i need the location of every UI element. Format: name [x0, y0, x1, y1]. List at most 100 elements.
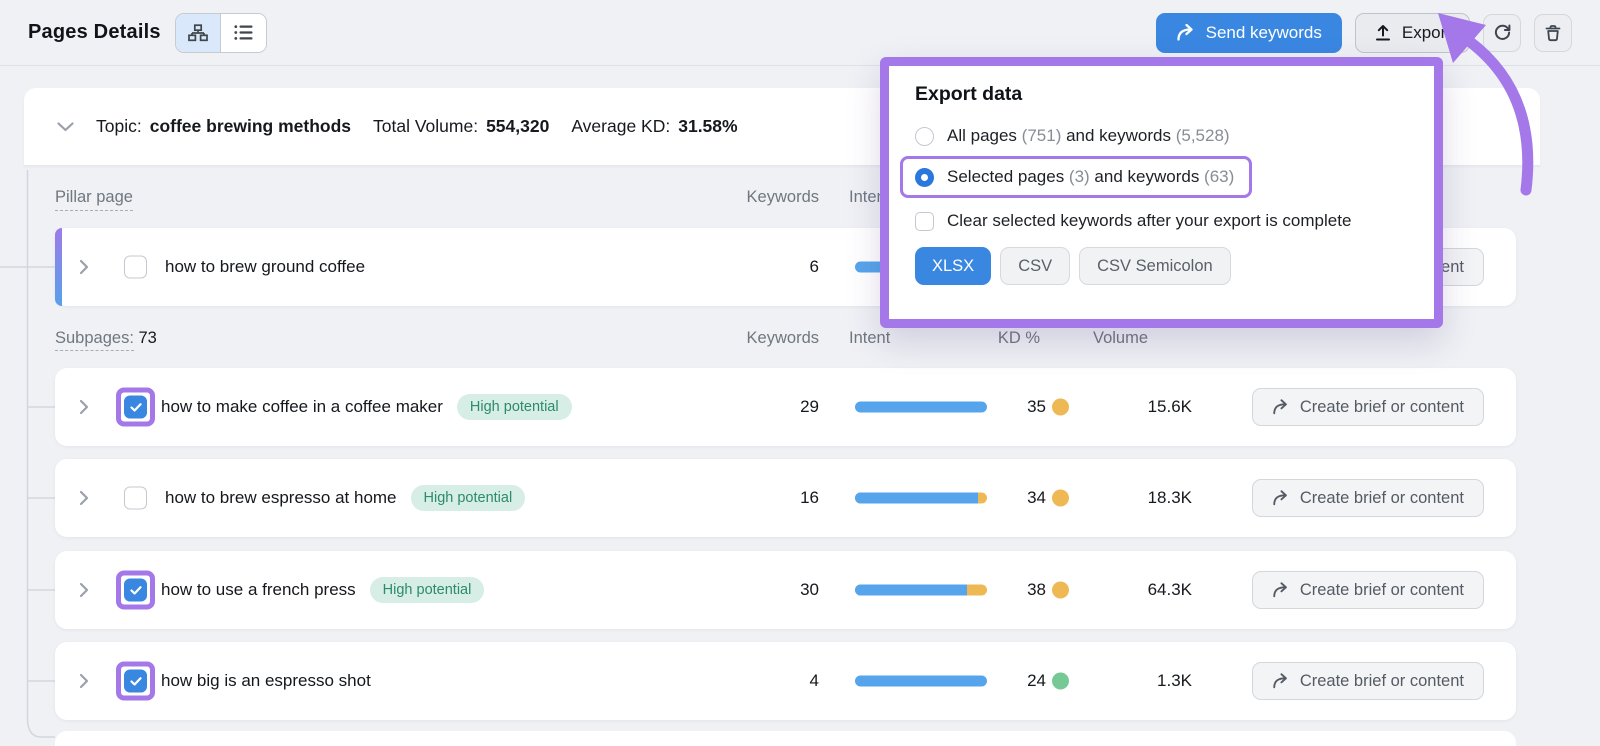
- total-volume-group: Total Volume: 554,320: [373, 116, 549, 137]
- list-icon: [234, 24, 253, 41]
- xlsx-button[interactable]: XLSX: [915, 247, 991, 285]
- kd-difficulty-dot: [1052, 673, 1069, 690]
- kd-value: 24: [1027, 671, 1046, 691]
- export-popup: Export data All pages (751) and keywords…: [880, 57, 1443, 328]
- subpages-count: 73: [139, 329, 157, 347]
- volume-value: 64.3K: [1148, 580, 1192, 600]
- expand-row-icon[interactable]: [79, 673, 89, 689]
- export-label: Export: [1402, 23, 1451, 43]
- radio-unchecked-icon[interactable]: [915, 127, 934, 146]
- create-brief-button[interactable]: Create brief or content: [1252, 388, 1484, 426]
- column-keywords: Keywords: [747, 188, 819, 207]
- checkbox-unchecked-icon[interactable]: [915, 212, 934, 231]
- volume-value: 18.3K: [1148, 488, 1192, 508]
- row-checkbox[interactable]: [124, 256, 147, 279]
- column-volume: Volume: [1093, 329, 1148, 348]
- row-checkbox[interactable]: [124, 487, 147, 510]
- sitemap-icon: [188, 24, 208, 42]
- row-checkbox[interactable]: [124, 396, 147, 419]
- create-brief-button[interactable]: Create brief or content: [1252, 662, 1484, 700]
- intent-bar-blue: [855, 585, 967, 596]
- csv-button[interactable]: CSV: [1000, 247, 1070, 285]
- kd-difficulty-dot: [1052, 399, 1069, 416]
- csv-semicolon-button[interactable]: CSV Semicolon: [1079, 247, 1231, 285]
- export-option-all[interactable]: All pages (751) and keywords (5,528): [915, 126, 1434, 146]
- intent-bar-blue: [855, 676, 987, 687]
- page-title-text: how big is an espresso shot: [161, 671, 371, 691]
- forward-arrow-icon: [1272, 490, 1290, 506]
- expand-row-icon[interactable]: [79, 399, 89, 415]
- subpages-label-group: Subpages: 73: [55, 329, 157, 348]
- upload-icon: [1374, 24, 1392, 41]
- export-button[interactable]: Export: [1355, 13, 1470, 53]
- intent-bar: [855, 402, 987, 413]
- send-keywords-label: Send keywords: [1206, 23, 1322, 43]
- topic-name-group: Topic: coffee brewing methods: [96, 116, 351, 137]
- delete-button[interactable]: [1534, 14, 1572, 52]
- keywords-count: 16: [800, 488, 819, 508]
- subpage-row: how to make coffee in a coffee maker Hig…: [55, 368, 1516, 446]
- subpages-label: Subpages:: [55, 329, 134, 351]
- send-keywords-button[interactable]: Send keywords: [1156, 13, 1342, 53]
- forward-arrow-icon: [1272, 673, 1290, 689]
- subpage-row: how big is an espresso shot 4 24 1.3K Cr…: [55, 642, 1516, 720]
- radio-checked-icon[interactable]: [915, 168, 934, 187]
- forward-arrow-icon: [1272, 399, 1290, 415]
- list-view-button[interactable]: [221, 14, 266, 52]
- check-icon: [130, 585, 142, 595]
- total-volume-label: Total Volume:: [373, 116, 478, 137]
- total-volume-value: 554,320: [486, 116, 549, 137]
- intent-bar: [855, 676, 987, 687]
- average-kd-value: 31.58%: [678, 116, 737, 137]
- create-brief-button[interactable]: Create brief or content: [1252, 479, 1484, 517]
- selection-highlight: [116, 571, 155, 610]
- export-format-buttons: XLSX CSV CSV Semicolon: [915, 247, 1434, 285]
- collapse-topic-icon[interactable]: [57, 122, 74, 132]
- column-intent: Intent: [849, 329, 890, 348]
- volume-value: 1.3K: [1157, 671, 1192, 691]
- average-kd-group: Average KD: 31.58%: [571, 116, 737, 137]
- page-title-text: how to use a french press: [161, 580, 356, 600]
- selection-highlight: [116, 388, 155, 427]
- forward-arrow-icon: [1272, 582, 1290, 598]
- expand-row-icon[interactable]: [79, 490, 89, 506]
- tree-view-button[interactable]: [176, 14, 221, 52]
- top-bar-actions: Send keywords Export: [1156, 13, 1572, 53]
- export-option-selected[interactable]: Selected pages (3) and keywords (63): [915, 167, 1234, 187]
- create-brief-label: Create brief or content: [1300, 672, 1464, 691]
- create-brief-label: Create brief or content: [1300, 581, 1464, 600]
- forward-arrow-icon: [1176, 24, 1196, 41]
- export-popup-title: Export data: [915, 83, 1434, 106]
- average-kd-label: Average KD:: [571, 116, 670, 137]
- page-title-text: how to brew ground coffee: [165, 257, 365, 277]
- column-kd: KD %: [998, 329, 1040, 348]
- column-pillar-page: Pillar page: [55, 188, 133, 211]
- kd-value: 34: [1027, 488, 1046, 508]
- intent-bar-blue: [855, 402, 987, 413]
- expand-row-icon[interactable]: [79, 259, 89, 275]
- column-keywords: Keywords: [747, 329, 819, 348]
- topic-value: coffee brewing methods: [150, 116, 351, 137]
- keywords-count: 4: [810, 671, 819, 691]
- create-brief-label: Create brief or content: [1300, 489, 1464, 508]
- keywords-count: 29: [800, 397, 819, 417]
- refresh-button[interactable]: [1483, 14, 1521, 52]
- create-brief-label: Create brief or content: [1300, 398, 1464, 417]
- create-brief-button[interactable]: Create brief or content: [1252, 571, 1484, 609]
- row-checkbox[interactable]: [124, 670, 147, 693]
- trash-icon: [1544, 24, 1562, 42]
- intent-bar: [855, 585, 987, 596]
- expand-row-icon[interactable]: [79, 582, 89, 598]
- view-toggle: [175, 13, 267, 53]
- selection-highlight: [116, 662, 155, 701]
- kd-difficulty-dot: [1052, 582, 1069, 599]
- clear-keywords-label: Clear selected keywords after your expor…: [947, 211, 1351, 231]
- page-title: Pages Details: [28, 21, 161, 44]
- intent-bar: [855, 493, 987, 504]
- high-potential-badge: High potential: [457, 394, 572, 420]
- row-checkbox[interactable]: [124, 579, 147, 602]
- intent-bar-blue: [855, 493, 978, 504]
- volume-value: 15.6K: [1148, 397, 1192, 417]
- clear-keywords-option[interactable]: Clear selected keywords after your expor…: [915, 211, 1434, 231]
- export-option-selected-label: Selected pages (3) and keywords (63): [947, 167, 1234, 187]
